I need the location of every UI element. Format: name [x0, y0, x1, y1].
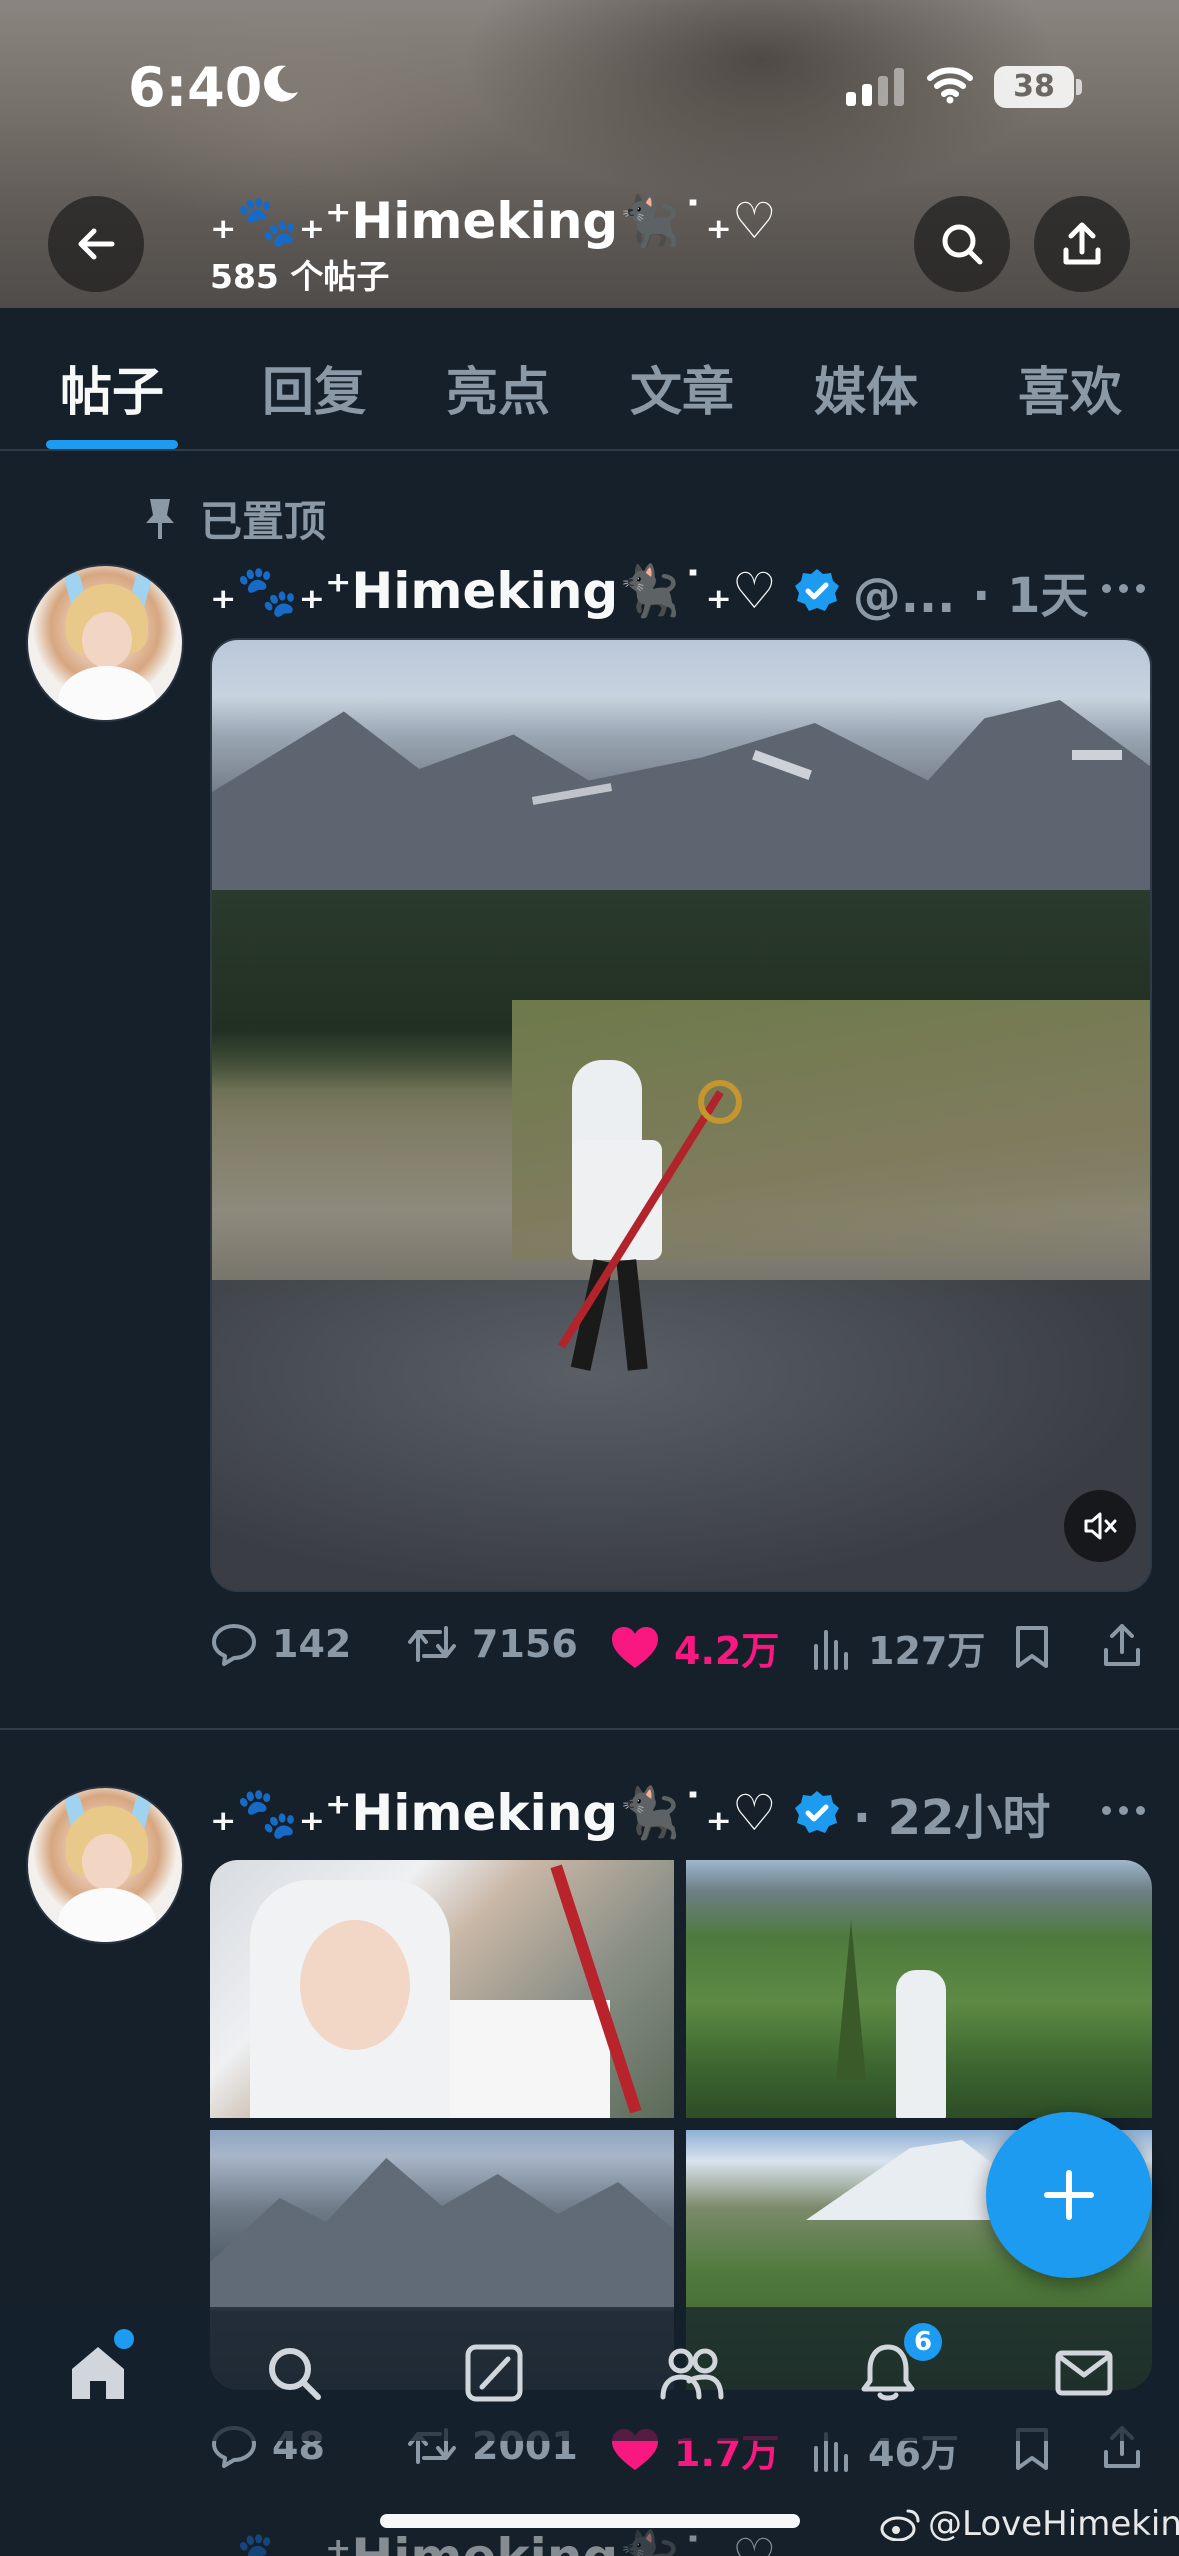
tab-media[interactable]: 媒体 — [814, 350, 918, 425]
tab-highlights[interactable]: 亮点 — [446, 350, 550, 425]
post-header: ₊🐾₊⁺Himeking🐈‍⬛˙₊♡ @... · 1天 — [210, 556, 1088, 626]
battery-indicator: 38 — [994, 66, 1074, 108]
profile-tabs: 帖子 回复 亮点 文章 媒体 喜欢 — [0, 308, 1179, 451]
wifi-icon — [927, 67, 973, 104]
pinned-indicator: 已置顶 — [140, 488, 326, 549]
heart-icon — [612, 1626, 658, 1668]
compose-button[interactable] — [986, 2112, 1152, 2278]
more-icon[interactable] — [1102, 584, 1145, 593]
verified-icon — [794, 1791, 839, 1833]
tab-posts[interactable]: 帖子 — [60, 350, 164, 425]
post-divider — [0, 1728, 1179, 1730]
back-button[interactable] — [48, 196, 144, 292]
search-icon — [942, 224, 983, 265]
home-icon — [72, 2347, 124, 2399]
profile-name: ₊🐾₊⁺Himeking🐈‍⬛˙₊♡ — [210, 192, 777, 250]
avatar[interactable] — [26, 1786, 184, 1944]
pin-icon — [146, 498, 174, 539]
mail-icon — [1055, 2350, 1113, 2396]
active-tab-indicator — [46, 440, 178, 449]
tab-articles[interactable]: 文章 — [630, 350, 734, 425]
post-count: 585 个帖子 — [210, 257, 390, 296]
people-icon — [660, 2348, 724, 2400]
back-arrow-icon — [78, 228, 115, 260]
post-author-name[interactable]: ₊🐾₊⁺Himeking🐈‍⬛˙₊♡ — [210, 562, 777, 621]
weibo-icon — [880, 2509, 920, 2541]
share-button[interactable] — [1034, 196, 1130, 292]
moon-icon — [264, 65, 298, 102]
mute-button[interactable] — [1064, 1490, 1136, 1562]
tab-replies[interactable]: 回复 — [262, 350, 366, 425]
watermark-text: @LoveHimeking — [928, 2504, 1179, 2544]
share-icon — [1063, 222, 1101, 265]
home-indicator — [380, 2514, 800, 2528]
nav-messages[interactable] — [1048, 2337, 1120, 2409]
repost-button[interactable]: 7156 — [406, 1620, 578, 1668]
plus-icon — [1044, 2170, 1094, 2220]
repost-count: 7156 — [472, 1622, 578, 1666]
mute-icon — [1084, 1512, 1117, 1540]
reply-count: 142 — [272, 1622, 352, 1666]
battery-tip — [1076, 79, 1082, 95]
search-icon — [269, 2348, 321, 2400]
verified-icon — [794, 569, 839, 611]
post-header: ₊🐾₊⁺Himeking🐈‍⬛˙₊♡ · 22小时 — [210, 1778, 1050, 1848]
pinned-label: 已置顶 — [200, 497, 327, 546]
reply-button[interactable]: 142 — [210, 1620, 351, 1668]
grok-icon — [465, 2344, 523, 2402]
watermark: @LoveHimeking — [880, 2504, 1179, 2544]
views-button[interactable]: 127万 — [810, 1620, 985, 1675]
tab-likes[interactable]: 喜欢 — [1018, 350, 1122, 425]
views-count: 127万 — [868, 1629, 986, 1673]
home-unread-dot — [114, 2329, 134, 2349]
post-meta: @... · 1天 — [852, 568, 1089, 624]
post-meta: · 22小时 — [852, 1790, 1051, 1846]
views-icon — [814, 1629, 848, 1670]
bottom-navigation: 6 — [0, 2307, 1179, 2441]
signal-icon — [846, 68, 904, 106]
reply-icon — [212, 1624, 256, 1666]
like-count: 4.2万 — [674, 1629, 780, 1673]
search-button[interactable] — [914, 196, 1010, 292]
post-video[interactable] — [210, 638, 1152, 1592]
more-icon[interactable] — [1102, 1806, 1145, 1815]
next-post-preview: ₊🐾₊⁺Himeking🐈‍⬛˙₊♡ — [210, 2528, 777, 2556]
nav-grok[interactable] — [458, 2337, 530, 2409]
share-icon[interactable] — [1100, 1622, 1144, 1670]
nav-communities[interactable] — [656, 2337, 728, 2409]
repost-icon — [408, 1626, 456, 1662]
status-time: 6:40 — [128, 56, 263, 119]
post-author-name[interactable]: ₊🐾₊⁺Himeking🐈‍⬛˙₊♡ — [210, 1784, 777, 1843]
notification-badge: 6 — [904, 2323, 942, 2361]
nav-search[interactable] — [258, 2337, 330, 2409]
bookmark-icon[interactable] — [1012, 1624, 1052, 1670]
like-button[interactable]: 4.2万 — [610, 1620, 779, 1675]
avatar[interactable] — [26, 564, 184, 722]
post-image[interactable] — [686, 1860, 1152, 2118]
post-image[interactable] — [210, 1860, 674, 2118]
